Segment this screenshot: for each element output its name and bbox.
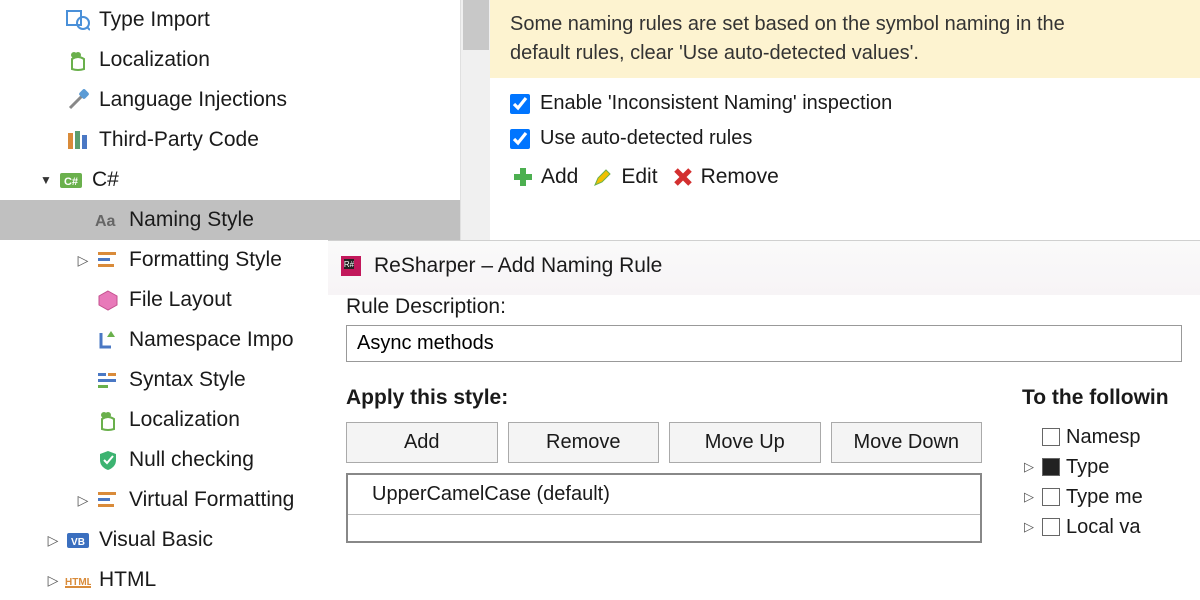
dialog-titlebar: R# ReSharper – Add Naming Rule xyxy=(328,241,1200,295)
to-following-heading: To the followin xyxy=(1022,386,1182,410)
style-move-up-button[interactable]: Move Up xyxy=(669,422,821,463)
vb-icon: VB xyxy=(65,527,91,553)
info-line1: Some naming rules are set based on the s… xyxy=(510,10,1180,39)
shield-icon xyxy=(95,447,121,473)
entity-row-type-member[interactable]: ▷ Type me xyxy=(1022,482,1182,512)
localization-icon xyxy=(95,407,121,433)
tree-item-label: C# xyxy=(92,168,119,192)
namespace-icon xyxy=(95,327,121,353)
add-naming-rule-dialog: R# ReSharper – Add Naming Rule Rule Desc… xyxy=(328,240,1200,600)
expand-icon[interactable] xyxy=(45,572,61,588)
dialog-title-text: ReSharper – Add Naming Rule xyxy=(374,254,662,278)
info-line2: default rules, clear 'Use auto-detected … xyxy=(510,39,1180,68)
aa-icon: Aa xyxy=(95,207,121,233)
check-inconsistent-naming[interactable]: Enable 'Inconsistent Naming' inspection xyxy=(490,86,1200,121)
rule-toolbar: Add Edit Remove xyxy=(490,156,1200,198)
btn-label: Edit xyxy=(621,165,657,189)
injection-icon xyxy=(65,87,91,113)
entity-row-type[interactable]: ▷ Type xyxy=(1022,452,1182,482)
tree-item-label: Localization xyxy=(129,408,240,432)
style-remove-button[interactable]: Remove xyxy=(508,422,660,463)
type-import-icon xyxy=(65,7,91,33)
check-label: Enable 'Inconsistent Naming' inspection xyxy=(540,92,892,115)
tree-item-label: Syntax Style xyxy=(129,368,246,392)
tree-item-label: Null checking xyxy=(129,448,254,472)
plus-icon xyxy=(510,164,536,190)
tree-item-label: Formatting Style xyxy=(129,248,282,272)
rule-description-input[interactable] xyxy=(346,325,1182,362)
expand-icon[interactable] xyxy=(75,252,91,268)
entity-checkbox[interactable] xyxy=(1042,488,1060,506)
expand-icon[interactable]: ▷ xyxy=(1022,519,1036,535)
style-move-down-button[interactable]: Move Down xyxy=(831,422,983,463)
check-label: Use auto-detected rules xyxy=(540,127,752,150)
tree-item-label: Language Injections xyxy=(99,88,287,112)
btn-label: Add xyxy=(541,165,578,189)
cube-icon xyxy=(95,287,121,313)
rule-description-label: Rule Description: xyxy=(346,295,1182,319)
dialog-body: Rule Description: Apply this style: Add … xyxy=(328,295,1200,543)
tree-item-label: Virtual Formatting xyxy=(129,488,294,512)
tree-item-language-injections[interactable]: Language Injections xyxy=(0,80,460,120)
expand-icon[interactable] xyxy=(75,492,91,508)
tree-item-label: Visual Basic xyxy=(99,528,213,552)
style-button-row: Add Remove Move Up Move Down xyxy=(346,422,982,463)
vformatting-icon xyxy=(95,487,121,513)
style-list[interactable]: UpperCamelCase (default) xyxy=(346,473,982,543)
svg-text:Aa: Aa xyxy=(95,213,116,230)
style-list-item[interactable]: UpperCamelCase (default) xyxy=(348,475,980,515)
tree-item-label: Third-Party Code xyxy=(99,128,259,152)
check-auto-detected[interactable]: Use auto-detected rules xyxy=(490,121,1200,156)
add-rule-button[interactable]: Add xyxy=(510,164,578,190)
tree-item-csharp[interactable]: C# C# xyxy=(0,160,460,200)
entity-label: Type xyxy=(1066,456,1109,479)
tree-item-label: Naming Style xyxy=(129,208,254,232)
books-icon xyxy=(65,127,91,153)
resharper-icon: R# xyxy=(338,253,364,279)
tree-item-localization[interactable]: Localization xyxy=(0,40,460,80)
tree-item-naming-style[interactable]: Aa Naming Style xyxy=(0,200,460,240)
sidebar-scrollbar[interactable] xyxy=(460,0,490,240)
pencil-icon xyxy=(590,164,616,190)
entity-label: Type me xyxy=(1066,486,1143,509)
tree-item-label: Type Import xyxy=(99,8,210,32)
expand-icon[interactable]: ▷ xyxy=(1022,459,1036,475)
entity-checkbox[interactable] xyxy=(1042,428,1060,446)
info-banner: Some naming rules are set based on the s… xyxy=(490,0,1200,78)
x-icon xyxy=(670,164,696,190)
entity-checkbox[interactable] xyxy=(1042,518,1060,536)
tree-item-third-party-code[interactable]: Third-Party Code xyxy=(0,120,460,160)
entity-label: Local va xyxy=(1066,516,1141,539)
btn-label: Remove xyxy=(701,165,779,189)
entity-row-namespace[interactable]: Namesp xyxy=(1022,422,1182,452)
localization-icon xyxy=(65,47,91,73)
main-pane: Some naming rules are set based on the s… xyxy=(490,0,1200,240)
checkbox-auto[interactable] xyxy=(510,129,530,149)
expand-icon[interactable]: ▷ xyxy=(1022,489,1036,505)
checkbox-inconsistent[interactable] xyxy=(510,94,530,114)
tree-item-type-import[interactable]: Type Import xyxy=(0,0,460,40)
entity-row-local-var[interactable]: ▷ Local va xyxy=(1022,512,1182,542)
entity-checkbox[interactable] xyxy=(1042,458,1060,476)
csharp-icon: C# xyxy=(58,167,84,193)
apply-style-heading: Apply this style: xyxy=(346,386,982,410)
scrollbar-thumb[interactable] xyxy=(463,0,489,50)
tree-item-label: File Layout xyxy=(129,288,232,312)
formatting-icon xyxy=(95,247,121,273)
html-icon: HTML xyxy=(65,567,91,593)
style-add-button[interactable]: Add xyxy=(346,422,498,463)
remove-rule-button[interactable]: Remove xyxy=(670,164,779,190)
collapse-icon[interactable] xyxy=(38,172,54,188)
edit-rule-button[interactable]: Edit xyxy=(590,164,657,190)
expand-icon[interactable] xyxy=(45,532,61,548)
tree-item-label: HTML xyxy=(99,568,156,592)
syntax-icon xyxy=(95,367,121,393)
svg-text:C#: C# xyxy=(64,176,78,188)
entity-label: Namesp xyxy=(1066,426,1140,449)
svg-text:VB: VB xyxy=(71,537,85,548)
svg-text:R#: R# xyxy=(344,260,355,269)
tree-item-label: Localization xyxy=(99,48,210,72)
tree-item-label: Namespace Impo xyxy=(129,328,294,352)
